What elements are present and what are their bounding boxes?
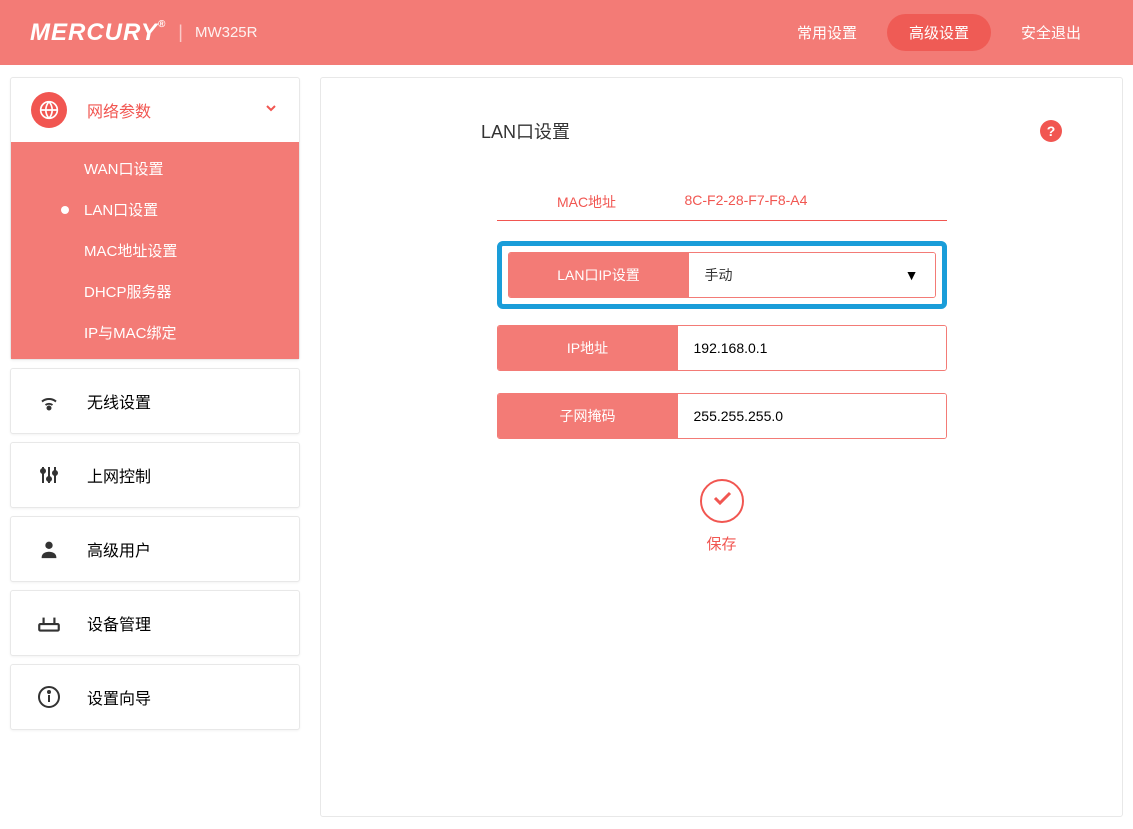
menu-advanced-user-label: 高级用户 [87, 537, 279, 561]
highlight-annotation: LAN口IP设置 手动 ▼ [497, 241, 947, 309]
lan-ip-setting-value: 手动 [705, 265, 733, 285]
bullet-icon [61, 206, 69, 214]
chevron-down-icon [263, 100, 279, 121]
model-label: MW325R [195, 24, 258, 41]
sidebar-item-label: MAC地址设置 [84, 240, 177, 261]
brand-logo: MERCURY® [30, 19, 166, 47]
subnet-label: 子网掩码 [498, 394, 678, 438]
sidebar-item-label: LAN口设置 [84, 199, 158, 220]
top-nav: 常用设置 高级设置 安全退出 [775, 14, 1103, 51]
submenu-network: WAN口设置 LAN口设置 MAC地址设置 DHCP服务器 IP与MAC绑定 [11, 142, 299, 359]
save-area: 保存 [497, 479, 947, 554]
save-label: 保存 [497, 533, 947, 554]
mac-row: MAC地址 8C-F2-28-F7-F8-A4 [497, 184, 947, 221]
mac-label: MAC地址 [497, 192, 677, 212]
menu-network: 网络参数 WAN口设置 LAN口设置 MAC地址设置 DHCP服务器 IP与MA… [10, 77, 300, 360]
ip-address-input[interactable] [694, 340, 930, 356]
menu-wireless[interactable]: 无线设置 [10, 368, 300, 434]
subnet-input[interactable] [694, 408, 930, 424]
menu-advanced-user[interactable]: 高级用户 [10, 516, 300, 582]
sidebar-item-dhcp[interactable]: DHCP服务器 [11, 271, 299, 312]
logo-area: MERCURY® | MW325R [30, 19, 775, 47]
content-panel: LAN口设置 ? MAC地址 8C-F2-28-F7-F8-A4 LAN口IP设… [320, 77, 1123, 817]
sidebar-item-label: WAN口设置 [84, 158, 163, 179]
user-icon [31, 531, 67, 567]
subnet-row: 子网掩码 [497, 393, 947, 439]
mac-value: 8C-F2-28-F7-F8-A4 [677, 192, 947, 212]
form-area: MAC地址 8C-F2-28-F7-F8-A4 LAN口IP设置 手动 ▼ IP… [497, 184, 947, 554]
ip-address-label: IP地址 [498, 326, 678, 370]
lan-ip-setting-label: LAN口IP设置 [509, 253, 689, 297]
sidebar-item-label: IP与MAC绑定 [84, 322, 177, 343]
router-icon [31, 605, 67, 641]
lan-ip-setting-select[interactable]: 手动 ▼ [689, 253, 935, 297]
dropdown-arrow-icon: ▼ [905, 267, 919, 283]
sidebar-item-mac[interactable]: MAC地址设置 [11, 230, 299, 271]
ip-address-row: IP地址 [497, 325, 947, 371]
sliders-icon [31, 457, 67, 493]
menu-device-label: 设备管理 [87, 611, 279, 635]
wifi-icon [31, 383, 67, 419]
nav-common-settings[interactable]: 常用设置 [775, 14, 879, 51]
menu-access-label: 上网控制 [87, 463, 279, 487]
info-icon [31, 679, 67, 715]
nav-advanced-settings[interactable]: 高级设置 [887, 14, 991, 51]
menu-wireless-label: 无线设置 [87, 389, 279, 413]
sidebar-item-lan[interactable]: LAN口设置 [11, 189, 299, 230]
menu-wizard[interactable]: 设置向导 [10, 664, 300, 730]
nav-logout[interactable]: 安全退出 [999, 14, 1103, 51]
menu-network-head[interactable]: 网络参数 [11, 78, 299, 142]
sidebar-item-ipmac[interactable]: IP与MAC绑定 [11, 312, 299, 353]
menu-device[interactable]: 设备管理 [10, 590, 300, 656]
page-title: LAN口设置 [481, 118, 1040, 144]
check-icon [710, 486, 734, 516]
save-button[interactable] [700, 479, 744, 523]
sidebar-item-wan[interactable]: WAN口设置 [11, 148, 299, 189]
help-icon[interactable]: ? [1040, 120, 1062, 142]
divider: | [178, 22, 183, 43]
sidebar: 网络参数 WAN口设置 LAN口设置 MAC地址设置 DHCP服务器 IP与MA… [10, 77, 300, 817]
header: MERCURY® | MW325R 常用设置 高级设置 安全退出 [0, 0, 1133, 65]
globe-icon [31, 92, 67, 128]
sidebar-item-label: DHCP服务器 [84, 281, 172, 302]
lan-ip-setting-row: LAN口IP设置 手动 ▼ [508, 252, 936, 298]
menu-network-label: 网络参数 [87, 98, 243, 122]
menu-access-control[interactable]: 上网控制 [10, 442, 300, 508]
menu-wizard-label: 设置向导 [87, 685, 279, 709]
